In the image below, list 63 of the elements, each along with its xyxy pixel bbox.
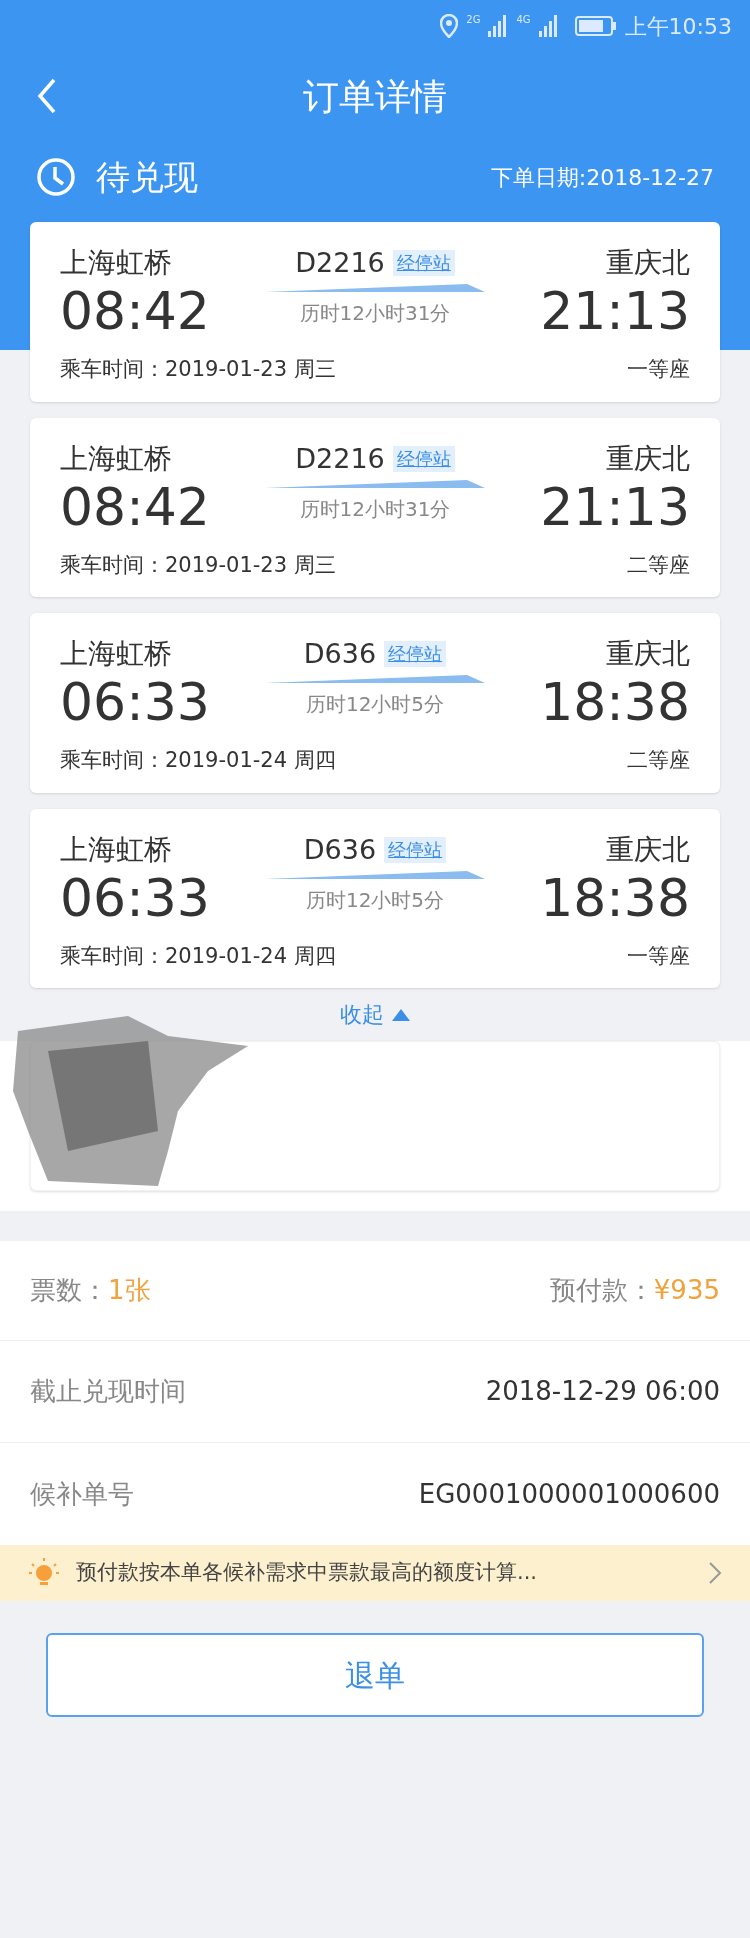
train-number: D636 (303, 832, 377, 867)
stops-link[interactable]: 经停站 (384, 836, 447, 863)
order-status: 待兑现 (96, 155, 198, 199)
caret-icon (392, 1008, 410, 1021)
order-date: 下单日期:2018-12-27 (490, 163, 714, 192)
status-time: 上午10:53 (624, 12, 732, 41)
arrival-station: 重庆北 (606, 636, 690, 672)
ride-date: 乘车时间：2019-01-24 周四 (60, 747, 336, 774)
arrival-time: 21:13 (540, 477, 690, 536)
detail-label: 候补单号 (30, 1477, 134, 1511)
prepay-label: 预付款： (549, 1274, 654, 1307)
departure-time: 08:42 (60, 477, 211, 536)
detail-value: 2018-12-29 06:00 (485, 1375, 720, 1408)
page-title: 订单详情 (303, 75, 447, 119)
seat-class: 一等座 (627, 942, 690, 970)
stops-link[interactable]: 经停站 (392, 445, 455, 472)
tickets-label: 票数： (30, 1274, 108, 1307)
departure-station: 上海虹桥 (60, 831, 173, 868)
tickets-value: 1张 (108, 1274, 151, 1307)
train-number: D636 (303, 637, 377, 671)
chevron-right-icon (708, 1561, 722, 1585)
back-button[interactable] (36, 78, 58, 114)
departure-time: 08:42 (60, 282, 211, 340)
back-icon (36, 78, 58, 114)
arrival-station: 重庆北 (606, 245, 690, 281)
departure-time: 06:33 (60, 673, 211, 731)
detail-label: 截止兑现时间 (30, 1375, 186, 1408)
ride-date: 乘车时间：2019-01-24 周四 (60, 942, 336, 970)
refund-button[interactable]: 退单 (46, 1633, 704, 1717)
detail-value: EG0001000001000600 (418, 1477, 720, 1511)
arrival-time: 21:13 (540, 282, 690, 340)
train-number: D2216 (295, 246, 385, 280)
trip-duration: 历时12小时31分 (299, 300, 451, 327)
arrival-station: 重庆北 (606, 831, 690, 868)
ride-date: 乘车时间：2019-01-23 周三 (60, 356, 336, 383)
departure-station: 上海虹桥 (60, 245, 173, 281)
collapse-link[interactable]: 收起 (340, 998, 410, 1031)
signal-icon (538, 15, 559, 37)
train-number: D2216 (295, 441, 385, 476)
prepay-value: ¥935 (653, 1274, 720, 1307)
trip-duration: 历时12小时31分 (299, 495, 451, 523)
departure-time: 06:33 (60, 868, 211, 927)
trip-duration: 历时12小时5分 (305, 691, 445, 718)
location-icon (440, 14, 459, 38)
departure-station: 上海虹桥 (60, 636, 173, 672)
notice-bar[interactable]: 预付款按本单各候补需求中票款最高的额度计算... (0, 1545, 750, 1601)
stops-link[interactable]: 经停站 (392, 250, 455, 276)
arrival-time: 18:38 (540, 673, 690, 731)
stops-link[interactable]: 经停站 (384, 641, 447, 667)
seat-class: 一等座 (627, 356, 690, 383)
departure-station: 上海虹桥 (60, 440, 173, 477)
signal-icon (488, 15, 509, 37)
network-label: 4G (516, 13, 531, 27)
clock-icon (36, 157, 76, 197)
notice-text: 预付款按本单各候补需求中票款最高的额度计算... (76, 1559, 539, 1587)
arrival-station: 重庆北 (606, 440, 690, 477)
trip-duration: 历时12小时5分 (305, 886, 445, 914)
seat-class: 二等座 (627, 551, 690, 579)
seat-class: 二等座 (627, 747, 690, 774)
arrival-time: 18:38 (540, 868, 690, 927)
ride-date: 乘车时间：2019-01-23 周三 (60, 551, 336, 579)
network-label: 2G (466, 13, 481, 27)
battery-icon (574, 16, 617, 36)
